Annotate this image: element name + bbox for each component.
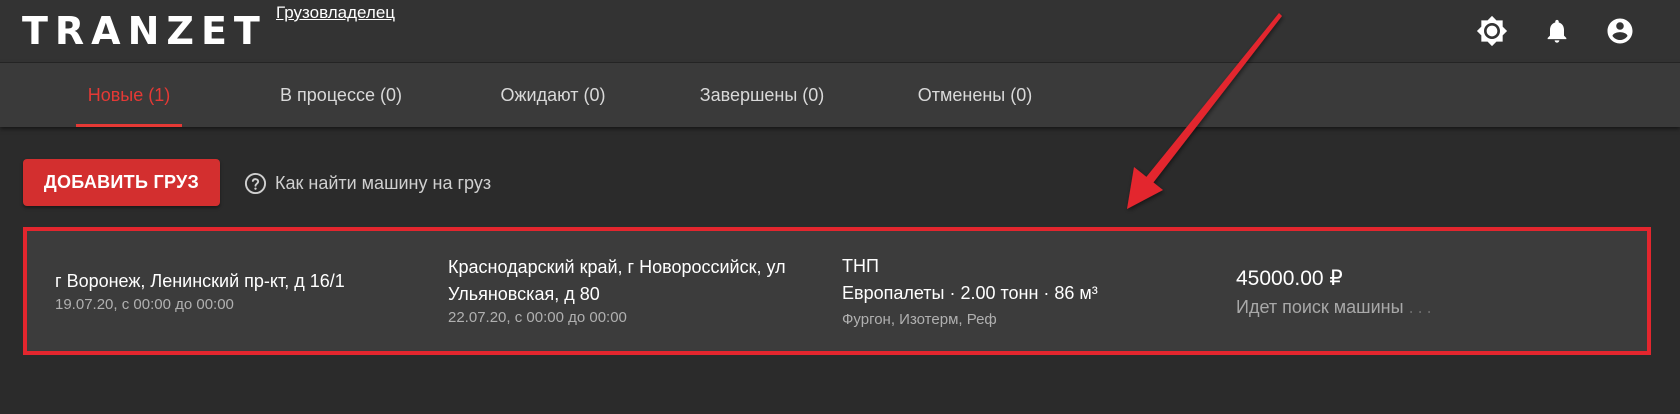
help-link[interactable]: Как найти машину на груз (244, 171, 491, 195)
add-cargo-button[interactable]: ДОБАВИТЬ ГРУЗ (23, 159, 220, 206)
cargo-details: Европалеты · 2.00 тонн · 86 м³ (842, 283, 1098, 303)
account-icon[interactable] (1603, 14, 1637, 48)
tab-label: Отменены (0) (917, 84, 1033, 105)
destination-time: 22.07.20, с 00:00 до 00:00 (448, 309, 627, 326)
tab-new[interactable]: Новые (1) (76, 63, 182, 127)
origin-address: г Воронеж, Ленинский пр-кт, д 16/1 (55, 271, 345, 291)
bell-icon[interactable] (1540, 14, 1574, 48)
loading-dots: ... (1408, 297, 1436, 317)
search-status: Идет поиск машины ... (1236, 297, 1436, 318)
active-tab-indicator (76, 124, 182, 127)
top-app-bar: TRANZET Грузовладелец (0, 0, 1680, 63)
search-status-text: Идет поиск машины (1236, 297, 1404, 317)
destination-address-line1: Краснодарский край, г Новороссийск, ул (448, 257, 786, 277)
role-link[interactable]: Грузовладелец (276, 3, 395, 23)
tab-label: Новые (1) (87, 84, 171, 105)
origin-column: г Воронеж, Ленинский пр-кт, д 16/1 19.07… (55, 268, 345, 315)
logo[interactable]: TRANZET (22, 9, 267, 53)
brightness-icon[interactable] (1475, 14, 1509, 48)
tab-label: В процессе (0) (280, 84, 402, 105)
price-column: 45000.00 ₽ Идет поиск машины ... (1236, 266, 1436, 318)
status-tabs: Новые (1) В процессе (0) Ожидают (0) Зав… (0, 63, 1680, 127)
price: 45000.00 ₽ (1236, 267, 1343, 290)
tab-in-progress[interactable]: В процессе (0) (262, 63, 420, 127)
tab-label: Ожидают (0) (500, 84, 606, 105)
tab-cancelled[interactable]: Отменены (0) (904, 63, 1046, 127)
tab-completed[interactable]: Завершены (0) (686, 63, 838, 127)
destination-column: Краснодарский край, г Новороссийск, ул У… (448, 254, 786, 328)
destination-address-line2: Ульяновская, д 80 (448, 284, 600, 304)
tab-label: Завершены (0) (699, 84, 825, 105)
origin-time: 19.07.20, с 00:00 до 00:00 (55, 296, 234, 313)
vehicle-types: Фургон, Изотерм, Реф (842, 311, 997, 328)
cargo-info-column: ТНП Европалеты · 2.00 тонн · 86 м³ Фурго… (842, 253, 1098, 330)
help-link-label: Как найти машину на груз (275, 172, 492, 193)
help-circle-icon (244, 172, 267, 195)
cargo-card[interactable]: г Воронеж, Ленинский пр-кт, д 16/1 19.07… (23, 227, 1651, 355)
cargo-name: ТНП (842, 256, 879, 276)
tab-waiting[interactable]: Ожидают (0) (486, 63, 620, 127)
